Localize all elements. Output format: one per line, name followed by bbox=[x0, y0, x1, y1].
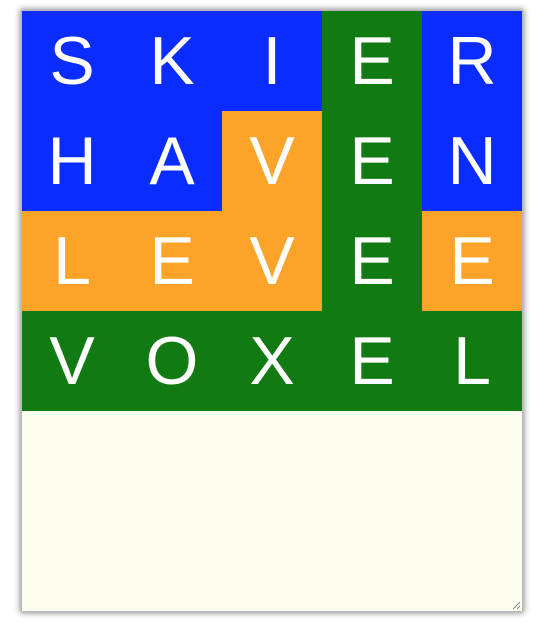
grid-row-1: S K I E R bbox=[22, 11, 522, 111]
tile-r1-c4[interactable]: E bbox=[322, 11, 422, 111]
tile-r2-c4[interactable]: E bbox=[322, 111, 422, 211]
tile-r2-c5[interactable]: N bbox=[422, 111, 522, 211]
tile-r4-c1[interactable]: V bbox=[22, 311, 122, 411]
grid-row-4: V O X E L bbox=[22, 311, 522, 411]
tile-r4-c4[interactable]: E bbox=[322, 311, 422, 411]
letter-grid: S K I E R H A V E N L E V E E V O X E L bbox=[22, 11, 522, 411]
tile-r4-c2[interactable]: O bbox=[122, 311, 222, 411]
tile-r3-c4[interactable]: E bbox=[322, 211, 422, 311]
tile-r3-c2[interactable]: E bbox=[122, 211, 222, 311]
resize-grip-icon[interactable] bbox=[511, 600, 521, 610]
tile-r1-c2[interactable]: K bbox=[122, 11, 222, 111]
grid-row-2: H A V E N bbox=[22, 111, 522, 211]
tile-r1-c1[interactable]: S bbox=[22, 11, 122, 111]
empty-play-area bbox=[22, 411, 522, 611]
tile-r4-c3[interactable]: X bbox=[222, 311, 322, 411]
tile-r2-c3[interactable]: V bbox=[222, 111, 322, 211]
tile-r1-c5[interactable]: R bbox=[422, 11, 522, 111]
tile-r2-c1[interactable]: H bbox=[22, 111, 122, 211]
grid-row-3: L E V E E bbox=[22, 211, 522, 311]
tile-r2-c2[interactable]: A bbox=[122, 111, 222, 211]
game-board-frame: S K I E R H A V E N L E V E E V O X E L bbox=[22, 11, 522, 611]
tile-r3-c5[interactable]: E bbox=[422, 211, 522, 311]
tile-r4-c5[interactable]: L bbox=[422, 311, 522, 411]
tile-r3-c3[interactable]: V bbox=[222, 211, 322, 311]
tile-r1-c3[interactable]: I bbox=[222, 11, 322, 111]
tile-r3-c1[interactable]: L bbox=[22, 211, 122, 311]
